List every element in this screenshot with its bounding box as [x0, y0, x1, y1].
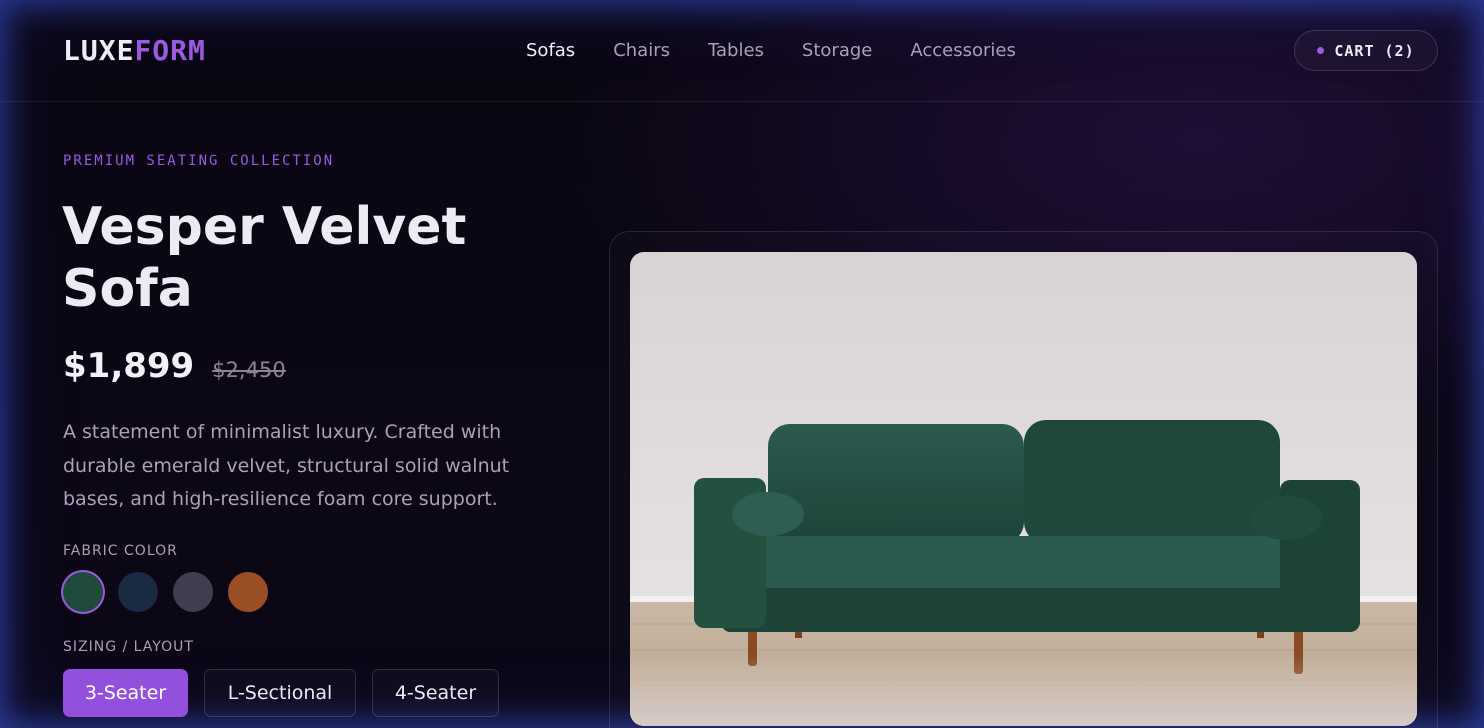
brand-logo-part1: LUXE — [63, 34, 135, 67]
swatch-emerald[interactable] — [63, 572, 103, 612]
brand-logo[interactable]: LUXEFORM — [63, 36, 206, 66]
fabric-swatches — [63, 572, 268, 612]
price-row: $1,899 $2,450 — [63, 344, 286, 392]
nav-item-storage[interactable]: Storage — [802, 40, 872, 62]
product-title: Vesper Velvet Sofa — [62, 197, 467, 319]
nav-item-sofas[interactable]: Sofas — [526, 40, 575, 62]
swatch-rust[interactable] — [228, 572, 268, 612]
size-option-l-sectional[interactable]: L-Sectional — [204, 669, 356, 717]
product-description: A statement of minimalist luxury. Crafte… — [63, 421, 510, 510]
size-option-4-seater[interactable]: 4-Seater — [372, 669, 499, 717]
nav-item-tables[interactable]: Tables — [708, 40, 764, 62]
cart-indicator-dot-icon — [1317, 47, 1325, 54]
product-photo — [630, 252, 1417, 726]
brand-logo-part2: FORM — [134, 34, 206, 67]
current-price: $1,899 — [63, 346, 195, 386]
nav-item-accessories[interactable]: Accessories — [910, 40, 1016, 62]
swatch-navy[interactable] — [118, 572, 158, 612]
swatch-charcoal[interactable] — [173, 572, 213, 612]
cart-button[interactable]: CART (2) — [1294, 30, 1438, 71]
fabric-color-label: FABRIC COLOR — [63, 543, 178, 559]
sizing-options: 3-Seater L-Sectional 4-Seater — [63, 669, 499, 717]
main-nav: Sofas Chairs Tables Storage Accessories — [526, 40, 1054, 62]
cart-label: CART (2) — [1334, 41, 1415, 60]
collection-eyebrow: PREMIUM SEATING COLLECTION — [63, 153, 335, 169]
page: LUXEFORM Sofas Chairs Tables Storage Acc… — [0, 0, 1484, 728]
sizing-label: SIZING / LAYOUT — [63, 639, 194, 655]
original-price: $2,450 — [212, 358, 286, 382]
sofa-image — [630, 252, 1417, 726]
size-option-3-seater[interactable]: 3-Seater — [63, 669, 188, 717]
nav-item-chairs[interactable]: Chairs — [613, 40, 670, 62]
site-header: LUXEFORM Sofas Chairs Tables Storage Acc… — [0, 0, 1484, 102]
